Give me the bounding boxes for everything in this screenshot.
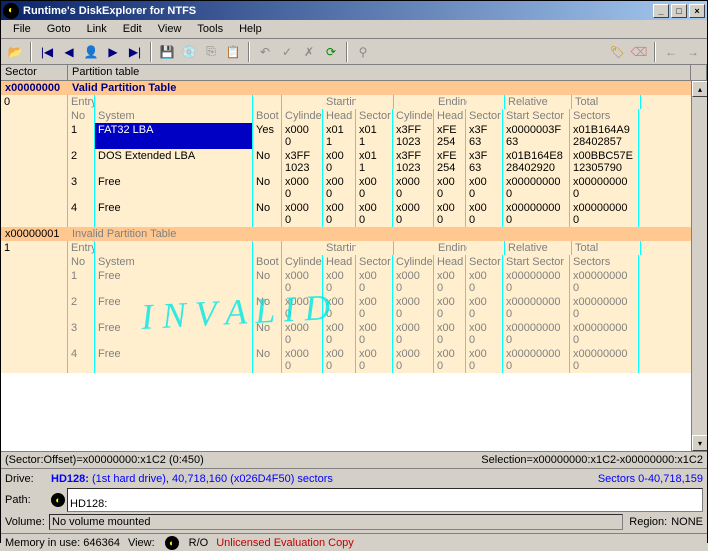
table-row[interactable]: 4FreeNox000 0x00 0x00 0x000 0x00 0x00 0x… xyxy=(1,347,691,373)
menu-goto[interactable]: Goto xyxy=(39,21,79,37)
person-icon[interactable]: 👤 xyxy=(81,42,101,62)
info-panel: Drive: HD128: (1st hard drive), 40,718,1… xyxy=(1,468,707,533)
table-row[interactable]: 2DOS Extended LBANox3FF 1023x00 0x01 1x3… xyxy=(1,149,691,175)
path-icon xyxy=(51,493,65,507)
sector0-addr: x00000000 xyxy=(5,82,72,94)
menu-file[interactable]: File xyxy=(5,21,39,37)
titlebar[interactable]: Runtime's DiskExplorer for NTFS _ □ × xyxy=(1,1,707,20)
volume-label: Volume: xyxy=(5,516,49,528)
region-value: NONE xyxy=(671,516,703,528)
window-title: Runtime's DiskExplorer for NTFS xyxy=(23,5,653,17)
hdr-partition[interactable]: Partition table xyxy=(68,65,691,80)
menu-view[interactable]: View xyxy=(150,21,190,37)
erase-icon[interactable]: ⌫ xyxy=(629,42,649,62)
first-icon[interactable]: |◀ xyxy=(37,42,57,62)
sector0-label: Valid Partition Table xyxy=(72,82,176,94)
selection-text: Selection=x00000000:x1C2-x00000000:x1C2 xyxy=(481,454,703,466)
disk-icon[interactable]: 💿 xyxy=(179,42,199,62)
menu-link[interactable]: Link xyxy=(79,21,115,37)
scroll-down-icon[interactable]: ▾ xyxy=(692,435,707,451)
hdr-sector[interactable]: Sector xyxy=(1,65,68,80)
table-row[interactable]: 3FreeNox000 0x00 0x00 0x000 0x00 0x00 0x… xyxy=(1,321,691,347)
path-label: Path: xyxy=(5,494,49,506)
table-row[interactable]: 3FreeNox000 0x00 0x00 0x000 0x00 0x00 0x… xyxy=(1,175,691,201)
menubar: File Goto Link Edit View Tools Help xyxy=(1,20,707,39)
close-button[interactable]: × xyxy=(689,4,705,18)
find-icon[interactable]: ⚲ xyxy=(353,42,373,62)
cancel-icon[interactable]: ✗ xyxy=(299,42,319,62)
fwd-icon[interactable]: → xyxy=(683,42,703,62)
table-sector0: 0 Entry Starting Ending Relative Total N… xyxy=(1,95,691,227)
column-header: Sector Partition table xyxy=(1,65,707,81)
undo-icon[interactable]: ↶ xyxy=(255,42,275,62)
sector1-label: Invalid Partition Table xyxy=(72,228,176,240)
table-row[interactable]: 2FreeNox000 0x00 0x00 0x000 0x00 0x00 0x… xyxy=(1,295,691,321)
offset-text: (Sector:Offset)=x00000000:x1C2 (0:450) xyxy=(5,454,204,466)
tag-icon[interactable]: 🏷 xyxy=(607,42,627,62)
path-value[interactable]: HD128: xyxy=(67,488,703,512)
region-label: Region: xyxy=(629,516,667,528)
paste-icon[interactable]: 📋 xyxy=(223,42,243,62)
menu-edit[interactable]: Edit xyxy=(115,21,150,37)
banner-invalid: x00000001 Invalid Partition Table xyxy=(1,227,691,241)
volume-value: No volume mounted xyxy=(49,514,623,530)
table-sector1: 1 Entry Starting Ending Relative Total N… xyxy=(1,241,691,373)
menu-tools[interactable]: Tools xyxy=(189,21,231,37)
refresh-icon[interactable]: ⟳ xyxy=(321,42,341,62)
drive-value: HD128: (1st hard drive), 40,718,160 (x02… xyxy=(49,472,598,486)
minimize-button[interactable]: _ xyxy=(653,4,669,18)
toolbar: 📂 |◀ ◀ 👤 ▶ ▶| 💾 💿 ⎘ 📋 ↶ ✓ ✗ ⟳ ⚲ 🏷 ⌫ ← → xyxy=(1,39,707,65)
menu-help[interactable]: Help xyxy=(231,21,270,37)
scroll-up-icon[interactable]: ▴ xyxy=(692,81,707,97)
save-icon[interactable]: 💾 xyxy=(157,42,177,62)
next-icon[interactable]: ▶ xyxy=(103,42,123,62)
status-line: (Sector:Offset)=x00000000:x1C2 (0:450) S… xyxy=(1,451,707,468)
banner-valid: x00000000 Valid Partition Table xyxy=(1,81,691,95)
table-row[interactable]: 1FAT32 LBAYesx000 0x01 1x01 1x3FF 1023xF… xyxy=(1,123,691,149)
vscrollbar[interactable]: ▴ ▾ xyxy=(691,81,707,451)
content-area: x00000000 Valid Partition Table 0 Entry … xyxy=(1,81,707,451)
sectors-range: Sectors 0-40,718,159 xyxy=(598,473,703,485)
status-bar: Memory in use: 646364 View: R/O Unlicens… xyxy=(1,533,707,551)
app-icon xyxy=(3,3,19,19)
last-icon[interactable]: ▶| xyxy=(125,42,145,62)
open-icon[interactable]: 📂 xyxy=(5,42,25,62)
prev-icon[interactable]: ◀ xyxy=(59,42,79,62)
drive-label: Drive: xyxy=(5,473,49,485)
check-icon[interactable]: ✓ xyxy=(277,42,297,62)
table-row[interactable]: 4FreeNox000 0x00 0x00 0x000 0x00 0x00 0x… xyxy=(1,201,691,227)
sector1-addr: x00000001 xyxy=(5,228,72,240)
table-row[interactable]: 1FreeNox000 0x00 0x00 0x000 0x00 0x00 0x… xyxy=(1,269,691,295)
copy-icon[interactable]: ⎘ xyxy=(201,42,221,62)
maximize-button[interactable]: □ xyxy=(671,4,687,18)
back-icon[interactable]: ← xyxy=(661,42,681,62)
